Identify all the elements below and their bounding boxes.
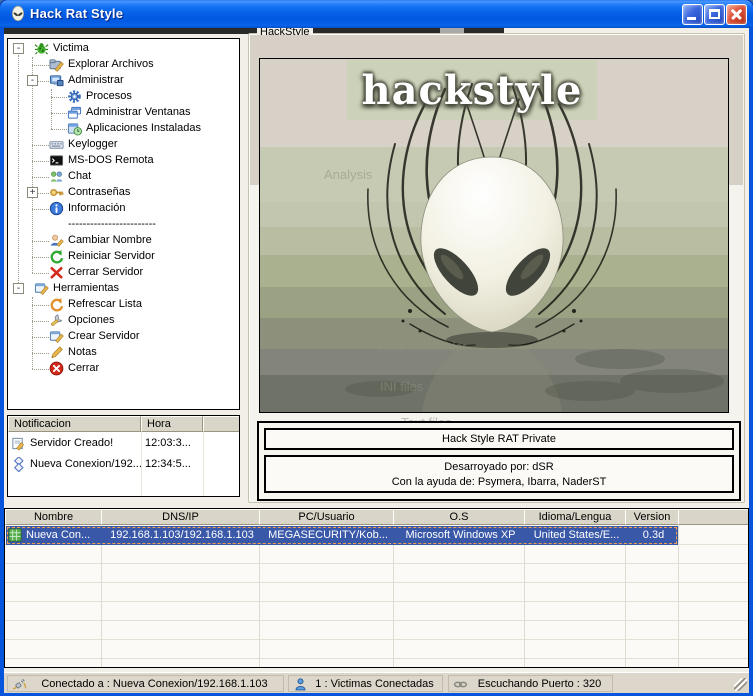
tree-item-herramientas[interactable]: -Herramientas bbox=[8, 281, 239, 297]
table-header-dns-ip[interactable]: DNS/IP bbox=[101, 509, 260, 525]
info-title-box: Hack Style RAT Private bbox=[264, 428, 734, 450]
net-diamonds-icon bbox=[11, 457, 26, 475]
titlebar[interactable]: Hack Rat Style bbox=[0, 0, 753, 28]
tree-item-reiniciar-servidor[interactable]: Reiniciar Servidor bbox=[8, 249, 239, 265]
credits-box: Desarroyado por: dSR Con la ayuda de: Ps… bbox=[264, 455, 734, 493]
tree-item-explorar-archivos[interactable]: Explorar Archivos bbox=[8, 57, 239, 73]
victims-table: NombreDNS/IPPC/UsuarioO.SIdioma/LenguaVe… bbox=[4, 508, 749, 668]
tree-item-refrescar-lista[interactable]: Refrescar Lista bbox=[8, 297, 239, 313]
note-pencil-icon bbox=[11, 436, 26, 454]
tree-item-cerrar[interactable]: Cerrar bbox=[8, 361, 239, 377]
tree-item-victima[interactable]: -Victima bbox=[8, 41, 239, 57]
credits-line1: Desarroyado por: dSR bbox=[266, 460, 732, 475]
ghost-text-files: Files and folder bbox=[378, 339, 467, 354]
table-header-o-s[interactable]: O.S bbox=[393, 509, 525, 525]
tree-item-cambiar-nombre[interactable]: Cambiar Nombre bbox=[8, 233, 239, 249]
info-boxes-container: Hack Style RAT Private Desarroyado por: … bbox=[257, 421, 741, 501]
victim-tree: -VictimaExplorar Archivos-AdministrarPro… bbox=[7, 38, 240, 410]
tree-item-notas[interactable]: Notas bbox=[8, 345, 239, 361]
hackstyle-logo-image: hackstyle Analysis Files and folder INI … bbox=[259, 58, 729, 413]
close-circle-icon bbox=[49, 361, 64, 379]
hackstyle-groupbox: HackStyle bbox=[248, 33, 745, 503]
window: Hack Rat Style -VictimaExplorar Archivos… bbox=[0, 0, 753, 696]
ghost-text-ini: INI files bbox=[380, 379, 423, 394]
alien-app-icon bbox=[9, 5, 27, 23]
tree-expander[interactable]: - bbox=[13, 43, 24, 54]
table-header-version[interactable]: Version bbox=[625, 509, 679, 525]
window-title: Hack Rat Style bbox=[30, 6, 123, 21]
tree-item-keylogger[interactable]: Keylogger bbox=[8, 137, 239, 153]
green-grid-icon bbox=[8, 528, 23, 546]
tree-item-contrasenas[interactable]: +Contraseñas bbox=[8, 185, 239, 201]
hackstyle-logo-text: hackstyle bbox=[322, 63, 622, 119]
table-header-nombre[interactable]: Nombre bbox=[5, 509, 102, 525]
ghost-text-analysis: Analysis bbox=[324, 167, 372, 182]
credits-line2: Con la ayuda de: Psymera, Ibarra, NaderS… bbox=[266, 475, 732, 490]
maximize-button[interactable] bbox=[704, 4, 725, 25]
tree-item-opciones[interactable]: Opciones bbox=[8, 313, 239, 329]
notification-row-1[interactable]: Servidor Creado!12:03:3... bbox=[8, 434, 239, 454]
notification-row-2[interactable]: Nueva Conexion/192...12:34:5... bbox=[8, 455, 239, 475]
status-panel-connection: Conectado a : Nueva Conexion/192.168.1.1… bbox=[7, 675, 284, 692]
tree-item-ms-dos-remota[interactable]: MS-DOS Remota bbox=[8, 153, 239, 169]
tree-item-aplicaciones-instaladas[interactable]: Aplicaciones Instaladas bbox=[8, 121, 239, 137]
tree-item-cerrar-servidor[interactable]: Cerrar Servidor bbox=[8, 265, 239, 281]
client-area: -VictimaExplorar Archivos-AdministrarPro… bbox=[4, 28, 749, 693]
close-button[interactable] bbox=[726, 4, 747, 25]
notifications-header-filler[interactable] bbox=[203, 416, 240, 432]
tree-item-procesos[interactable]: Procesos bbox=[8, 89, 239, 105]
table-header-idioma-lengua[interactable]: Idioma/Lengua bbox=[524, 509, 626, 525]
status-panel-victims: 1 : Victimas Conectadas bbox=[288, 675, 443, 692]
tree-item-administrar[interactable]: -Administrar bbox=[8, 73, 239, 89]
notifications-header-hora[interactable]: Hora bbox=[141, 416, 203, 432]
tree-expander[interactable]: + bbox=[27, 187, 38, 198]
tree-expander[interactable]: - bbox=[27, 75, 38, 86]
tree-item-informacion[interactable]: Información bbox=[8, 201, 239, 217]
victim-row[interactable]: Nueva Con...192.168.1.103/192.168.1.103M… bbox=[6, 526, 678, 545]
status-bar: Escuchando Puerto : 320 1 : Victimas Cone… bbox=[4, 672, 749, 693]
tree-item-chat[interactable]: Chat bbox=[8, 169, 239, 185]
tree-item-crear-servidor[interactable]: Crear Servidor bbox=[8, 329, 239, 345]
notifications-panel: NotificacionHora Servidor Creado!12:03:3.… bbox=[7, 415, 240, 497]
table-header-filler[interactable] bbox=[678, 509, 749, 525]
tree-item-administrar-ventanas[interactable]: Administrar Ventanas bbox=[8, 105, 239, 121]
tree-expander[interactable]: - bbox=[13, 283, 24, 294]
tree-item-separator: ------------------------ bbox=[8, 217, 239, 233]
status-panel-port: Escuchando Puerto : 320 bbox=[448, 675, 613, 692]
table-grid bbox=[5, 526, 748, 667]
notifications-header-notificacion[interactable]: Notificacion bbox=[8, 416, 141, 432]
table-header-pc-usuario[interactable]: PC/Usuario bbox=[259, 509, 394, 525]
resize-grip[interactable] bbox=[734, 678, 747, 691]
minimize-button[interactable] bbox=[682, 4, 703, 25]
